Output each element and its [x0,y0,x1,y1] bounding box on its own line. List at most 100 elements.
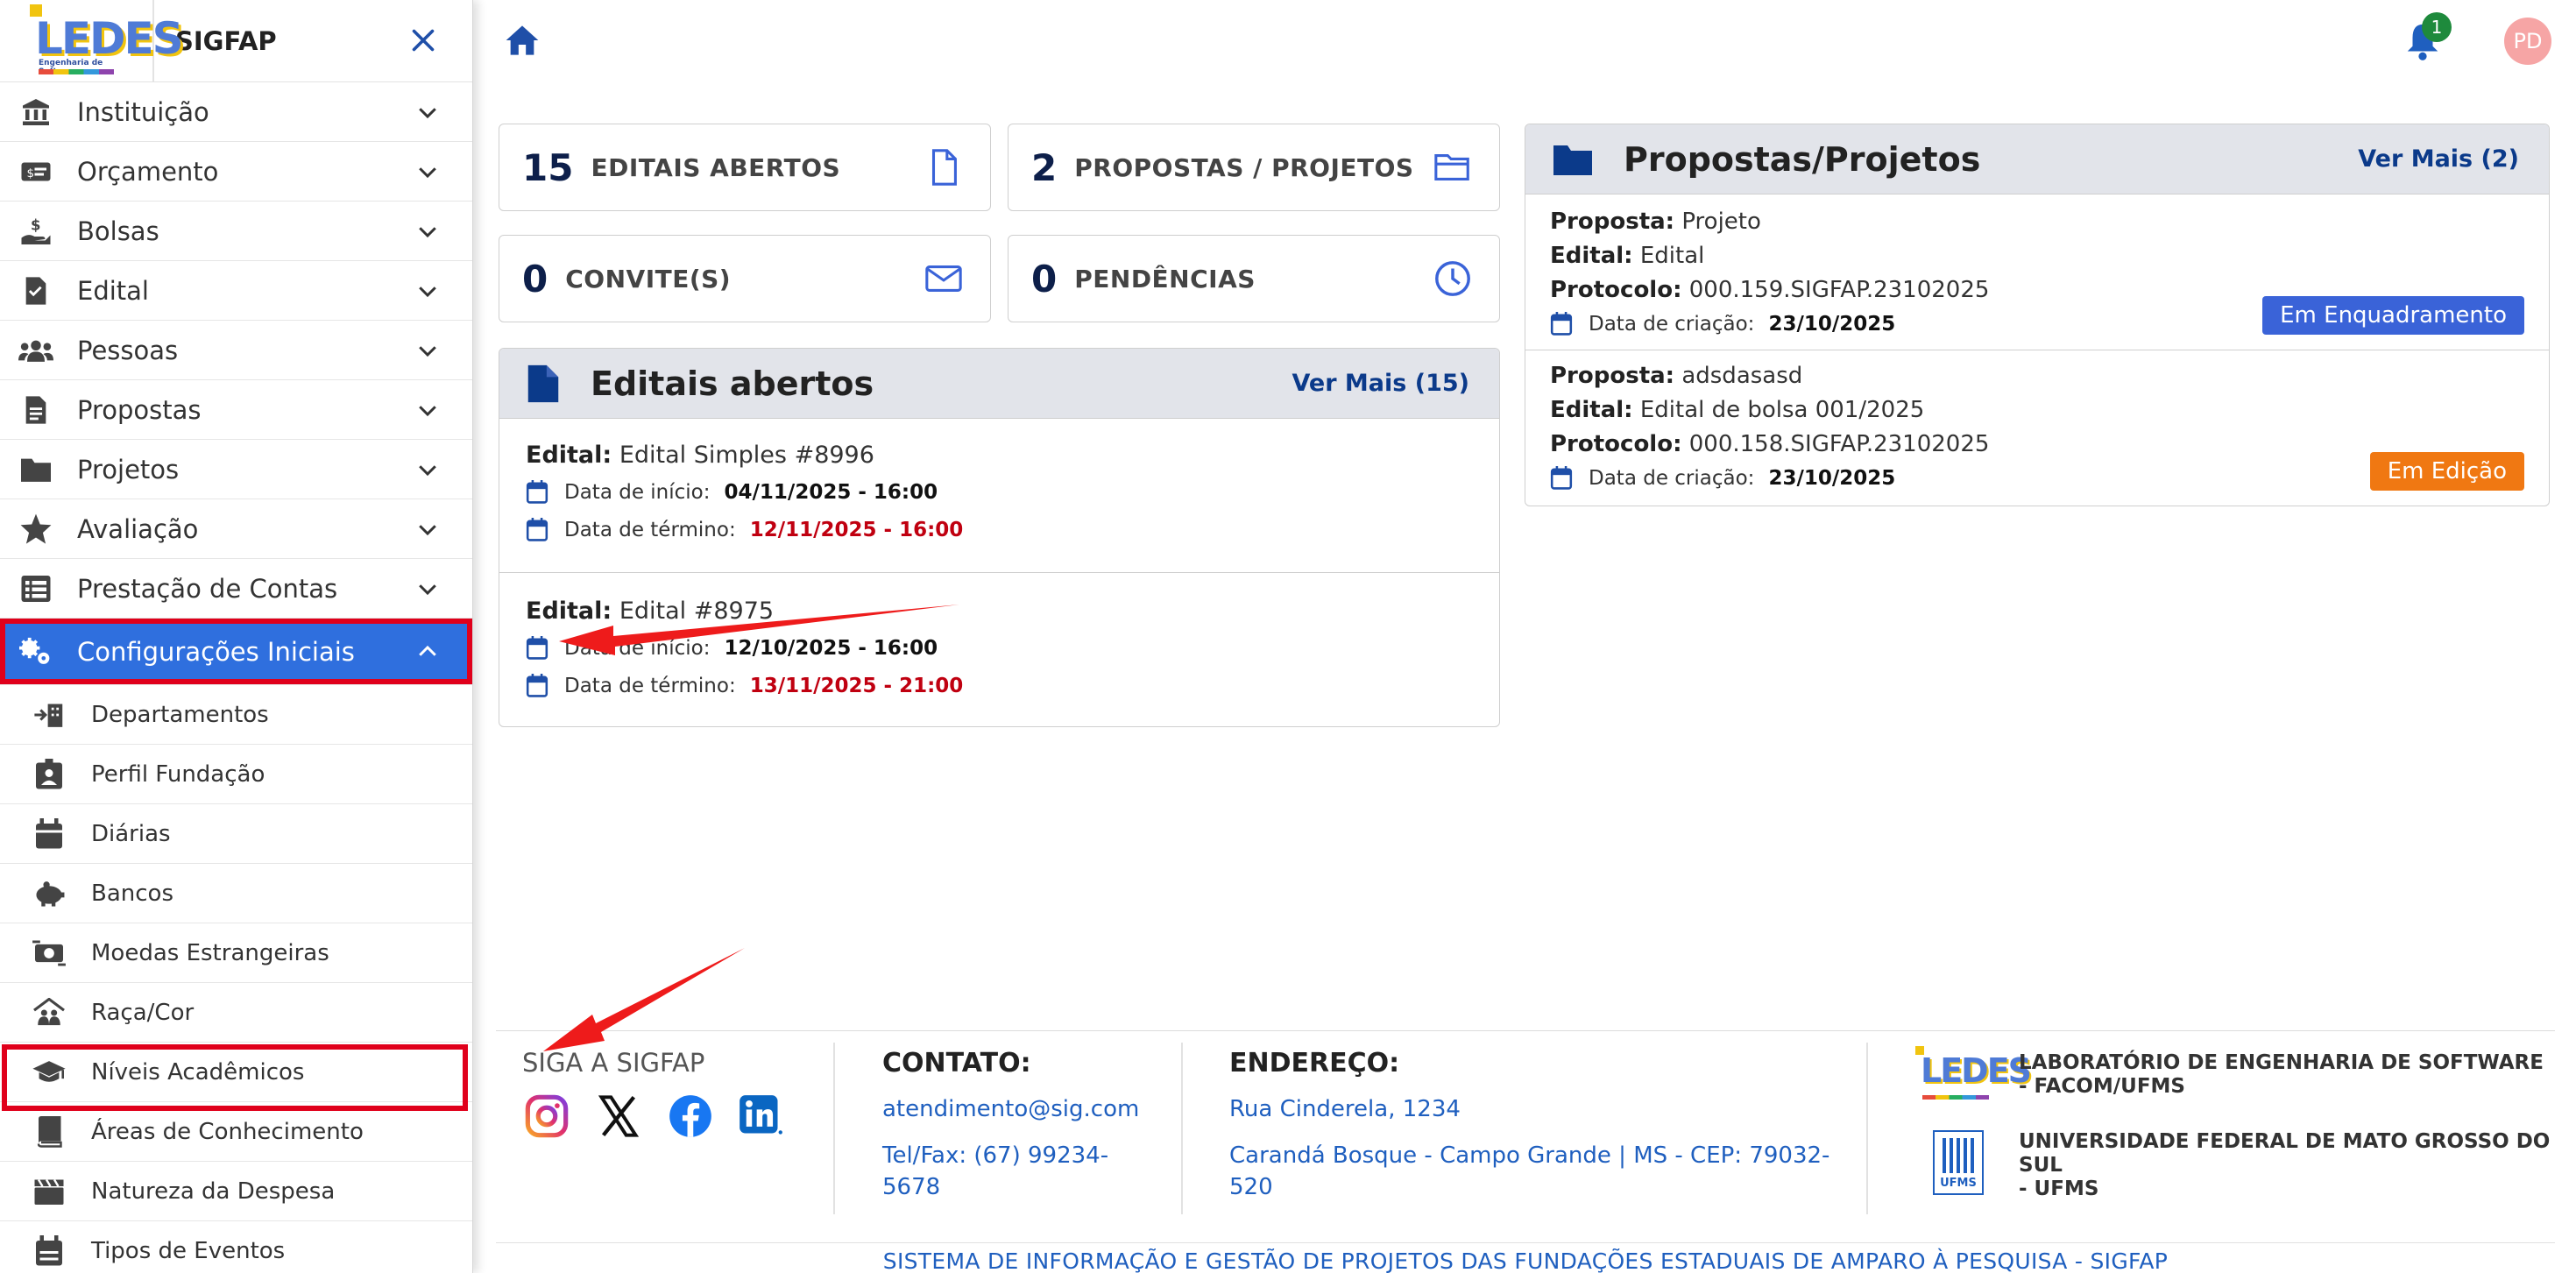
ufms-logo-graphic [1943,1138,1974,1173]
stat-card-pendencias[interactable]: 0 PENDÊNCIAS [1008,235,1500,322]
sidebar-item-label: Bolsas [77,216,159,246]
edital-item[interactable]: Edital: Edital Simples #8996 Data de iní… [499,419,1499,573]
calendar-icon [526,518,548,541]
lab-name-line2: - FACOM/UFMS [2019,1075,2185,1098]
money-bill-icon: $ [18,153,54,190]
submenu-item-niveis-academicos[interactable]: Níveis Acadêmicos [0,1043,472,1111]
ledes-footer-logo: LEDES [1914,1043,2032,1106]
file-icon [931,149,957,186]
proposta-row: Proposta: adsdasasd [1550,363,1802,389]
sidebar-item-label: Avaliação [77,513,199,544]
sidebar-item-projetos[interactable]: Projetos [0,440,472,499]
proposta-item[interactable]: Proposta: Projeto Edital: Edital Protoco… [1525,194,2549,350]
sidebar-item-instituicao[interactable]: Instituição [0,82,472,142]
status-badge: Em Edição [2369,452,2524,491]
protocolo-row: Protocolo: 000.159.SIGFAP.23102025 [1550,277,1989,303]
sidebar-item-pessoas[interactable]: Pessoas [0,321,472,380]
chevron-down-icon [419,226,436,237]
sidebar-header: LEDES Engenharia de Software SIGFAP [0,0,472,82]
panel-title: Propostas/Projetos [1624,139,1981,179]
facebook-icon[interactable] [668,1093,713,1139]
chevron-down-icon [419,166,436,178]
start-date-value: 04/11/2025 - 16:00 [724,481,938,504]
submenu-item-bancos[interactable]: Bancos [0,864,472,923]
sidebar-item-label: Instituição [77,96,209,127]
panel-title: Editais abertos [591,364,874,403]
sidebar-item-label: Pessoas [77,335,179,365]
submenu-item-diarias[interactable]: Diárias [0,804,472,864]
creation-date-row: Data de criação: 23/10/2025 [1550,466,1895,491]
footer-siga-title: SIGA A SIGFAP [522,1048,705,1078]
submenu-item-label: Áreas de Conhecimento [91,1118,364,1145]
submenu-item-raca-cor[interactable]: Raça/Cor [0,983,472,1043]
sidebar-item-prestacao-de-contas[interactable]: Prestação de Contas [0,559,472,619]
sidebar-item-propostas[interactable]: Propostas [0,380,472,440]
end-date-value: 12/11/2025 - 16:00 [749,519,964,541]
avatar[interactable]: PD [2504,18,2551,65]
logo-color-bar [1922,1095,1989,1100]
submenu-item-natureza-da-despesa[interactable]: Natureza da Despesa [0,1162,472,1221]
protocolo-label: Protocolo: [1550,277,1682,303]
sidebar-item-orcamento[interactable]: $ Orçamento [0,142,472,202]
submenu-item-moedas-estrangeiras[interactable]: Moedas Estrangeiras [0,923,472,983]
footer-bottom-text: SISTEMA DE INFORMAÇÃO E GESTÃO DE PROJET… [496,1242,2555,1273]
sidebar: LEDES Engenharia de Software SIGFAP Inst… [0,0,473,1273]
close-icon[interactable] [407,25,439,56]
envelope-icon [925,265,962,292]
sidebar-item-bolsas[interactable]: $ Bolsas [0,202,472,261]
contact-email-link[interactable]: atendimento@sig.com [882,1093,1139,1125]
edital-label: Edital: [1550,243,1633,269]
ver-mais-propostas-link[interactable]: Ver Mais (2) [2358,145,2519,173]
calendar-icon [526,636,548,660]
list-icon [18,570,54,607]
instagram-icon[interactable] [524,1093,570,1139]
contact-phone-line2: 5678 [882,1174,941,1200]
sidebar-item-avaliacao[interactable]: Avaliação [0,499,472,559]
book-icon [32,1114,67,1149]
folder-icon [18,451,54,488]
chevron-down-icon [419,405,436,416]
chevron-down-icon [419,107,436,118]
proposta-item[interactable]: Proposta: adsdasasd Edital: Edital de bo… [1525,350,2549,506]
folder-icon [1553,145,1592,175]
edital-name-row: Edital: Edital Simples #8996 [526,442,874,469]
home-icon[interactable] [505,23,540,58]
edital-item[interactable]: Edital: Edital #8975 Data de início: 12/… [499,573,1499,726]
protocolo-label: Protocolo: [1550,431,1682,457]
submenu-item-departamentos[interactable]: Departamentos [0,685,472,745]
sidebar-item-label: Configurações Iniciais [77,636,355,667]
ver-mais-editais-link[interactable]: Ver Mais (15) [1292,370,1469,397]
stat-label: CONVITE(S) [565,264,732,293]
stat-label: PENDÊNCIAS [1074,264,1256,293]
submenu-item-label: Departamentos [91,701,269,728]
sidebar-item-configuracoes-iniciais[interactable]: Configurações Iniciais [0,619,472,685]
end-date-label: Data de término: [564,675,736,697]
sidebar-item-label: Projetos [77,454,180,484]
end-date-label: Data de término: [564,519,736,541]
file-list-icon [18,392,54,428]
linkedin-icon[interactable] [738,1093,783,1139]
users-icon [18,332,54,369]
chevron-up-icon [419,645,436,656]
stat-card-convites[interactable]: 0 CONVITE(S) [499,235,991,322]
ledes-logo[interactable]: LEDES Engenharia de Software [0,0,184,82]
edital-name: Edital Simples #8996 [619,442,874,469]
end-date-value: 13/11/2025 - 21:00 [749,675,964,697]
endereco-title: ENDEREÇO: [1229,1048,1400,1079]
stat-card-editais-abertos[interactable]: 15 EDITAIS ABERTOS [499,124,991,211]
submenu-item-tipos-de-eventos[interactable]: Tipos de Eventos [0,1221,472,1273]
calendar-icon [1550,312,1573,336]
money-exchange-icon [32,936,67,971]
proposta-value: adsdasasd [1681,363,1803,389]
sidebar-item-edital[interactable]: Edital [0,261,472,321]
submenu-item-areas-de-conhecimento[interactable]: Áreas de Conhecimento [0,1102,472,1162]
clock-icon [1435,261,1470,296]
chevron-down-icon [419,286,436,297]
people-roof-icon [32,995,67,1030]
stat-card-propostas-projetos[interactable]: 2 PROPOSTAS / PROJETOS [1008,124,1500,211]
x-twitter-icon[interactable] [596,1093,641,1139]
logo-color-bar [39,68,114,74]
submenu-item-label: Natureza da Despesa [91,1178,336,1205]
submenu-item-perfil-fundacao[interactable]: Perfil Fundação [0,745,472,804]
proposta-label: Proposta: [1550,209,1675,235]
